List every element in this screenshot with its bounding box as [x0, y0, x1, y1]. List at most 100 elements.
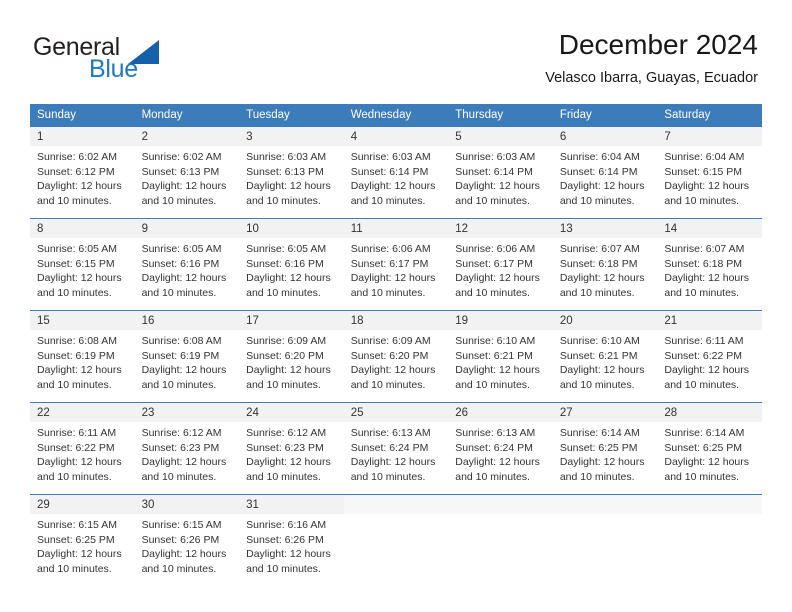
calendar-day-cell[interactable]: 1 Sunrise: 6:02 AM Sunset: 6:12 PM Daylight…: [30, 126, 135, 219]
day-number: 23: [134, 403, 240, 422]
calendar-day-cell[interactable]: 23 Sunrise: 6:12 AM Sunset: 6:23 PM Dayligh…: [134, 402, 240, 495]
daylight-text: Daylight: 12 hours and 10 minutes.: [455, 272, 540, 299]
calendar-day-cell[interactable]: 14 Sunrise: 6:07 AM Sunset: 6:18 PM Dayligh…: [657, 218, 762, 311]
calendar-day-cell[interactable]: 9 Sunrise: 6:05 AM Sunset: 6:16 PM Daylight…: [134, 218, 240, 311]
daylight-text: Daylight: 12 hours and 10 minutes.: [141, 180, 227, 207]
daylight-text: Daylight: 12 hours and 10 minutes.: [455, 456, 540, 483]
sunset-text: Sunset: 6:25 PM: [559, 441, 638, 454]
sunrise-text: Sunrise: 6:06 AM: [350, 243, 431, 255]
day-details: [344, 514, 449, 586]
daylight-text: Daylight: 12 hours and 10 minutes.: [37, 180, 122, 207]
sunrise-text: Sunrise: 6:15 AM: [37, 519, 117, 531]
daylight-text: Daylight: 12 hours and 10 minutes.: [246, 180, 331, 207]
sunset-text: Sunset: 6:18 PM: [664, 257, 743, 270]
day-details: Sunrise: 6:12 AM Sunset: 6:23 PM Daylight:…: [135, 422, 240, 494]
sunset-text: Sunset: 6:26 PM: [141, 533, 220, 546]
sunset-text: Sunset: 6:16 PM: [141, 257, 220, 270]
sunset-text: Sunset: 6:14 PM: [455, 165, 533, 178]
calendar-day-cell[interactable]: 4 Sunrise: 6:03 AM Sunset: 6:14 PM Daylight…: [343, 126, 449, 219]
calendar-day-cell[interactable]: 29 Sunrise: 6:15 AM Sunset: 6:25 PM Dayligh…: [30, 494, 135, 586]
sunrise-text: Sunrise: 6:03 AM: [455, 151, 536, 163]
calendar-day-cell[interactable]: 2 Sunrise: 6:02 AM Sunset: 6:13 PM Daylight…: [134, 126, 240, 219]
calendar-day-cell[interactable]: 11 Sunrise: 6:06 AM Sunset: 6:17 PM Dayligh…: [343, 218, 449, 311]
general-blue-logo[interactable]: General Blue: [33, 33, 213, 85]
day-details: Sunrise: 6:13 AM Sunset: 6:24 PM Daylight:…: [448, 422, 553, 494]
calendar-day-cell[interactable]: 26 Sunrise: 6:13 AM Sunset: 6:24 PM Dayligh…: [448, 402, 553, 495]
day-number: 1: [30, 127, 135, 146]
day-number: 15: [30, 311, 135, 330]
calendar-day-cell[interactable]: 8 Sunrise: 6:05 AM Sunset: 6:15 PM Daylight…: [30, 218, 135, 311]
day-details: Sunrise: 6:09 AM Sunset: 6:20 PM Daylight:…: [239, 330, 344, 402]
calendar-day-cell[interactable]: 28 Sunrise: 6:14 AM Sunset: 6:25 PM Dayligh…: [657, 402, 762, 495]
sunset-text: Sunset: 6:19 PM: [37, 349, 115, 362]
day-number: 22: [30, 403, 135, 422]
sunrise-text: Sunrise: 6:05 AM: [141, 243, 222, 255]
day-number: 10: [239, 219, 344, 238]
day-number: 21: [657, 311, 762, 330]
day-details: Sunrise: 6:15 AM Sunset: 6:26 PM Daylight:…: [135, 514, 240, 586]
day-details: Sunrise: 6:06 AM Sunset: 6:17 PM Daylight:…: [448, 238, 553, 310]
calendar-week-row: 1 Sunrise: 6:02 AM Sunset: 6:12 PM Daylight…: [30, 126, 762, 219]
day-number: 27: [552, 403, 658, 422]
calendar-day-cell[interactable]: 21 Sunrise: 6:11 AM Sunset: 6:22 PM Dayligh…: [657, 310, 762, 403]
day-number: 20: [552, 311, 658, 330]
daylight-text: Daylight: 12 hours and 10 minutes.: [664, 180, 750, 207]
day-number: 6: [552, 127, 658, 146]
logo-text-blue: Blue: [89, 55, 138, 83]
sunset-text: Sunset: 6:14 PM: [350, 165, 429, 178]
page-subtitle: Velasco Ibarra, Guayas, Ecuador: [545, 70, 758, 86]
calendar-day-cell[interactable]: 12 Sunrise: 6:06 AM Sunset: 6:17 PM Dayligh…: [448, 218, 553, 311]
calendar-day-cell[interactable]: 3 Sunrise: 6:03 AM Sunset: 6:13 PM Daylight…: [239, 126, 344, 219]
calendar-day-cell[interactable]: 5 Sunrise: 6:03 AM Sunset: 6:14 PM Daylight…: [448, 126, 553, 219]
sunrise-text: Sunrise: 6:13 AM: [350, 427, 431, 439]
day-number: 26: [448, 403, 553, 422]
sunset-text: Sunset: 6:14 PM: [559, 165, 638, 178]
day-number: 25: [343, 403, 449, 422]
calendar-day-cell[interactable]: 6 Sunrise: 6:04 AM Sunset: 6:14 PM Daylight…: [552, 126, 658, 219]
day-number: 13: [552, 219, 658, 238]
calendar-day-cell[interactable]: 22 Sunrise: 6:11 AM Sunset: 6:22 PM Dayligh…: [30, 402, 135, 495]
sunset-text: Sunset: 6:16 PM: [246, 257, 324, 270]
weekday-header-thursday: Thursday: [448, 104, 553, 127]
calendar-day-cell[interactable]: 27 Sunrise: 6:14 AM Sunset: 6:25 PM Dayligh…: [552, 402, 658, 495]
day-number: 18: [343, 311, 449, 330]
day-details: Sunrise: 6:05 AM Sunset: 6:15 PM Daylight:…: [30, 238, 135, 310]
daylight-text: Daylight: 12 hours and 10 minutes.: [350, 272, 436, 299]
day-number: 2: [134, 127, 240, 146]
day-number: 24: [239, 403, 344, 422]
day-number: 31: [239, 495, 344, 514]
calendar-day-cell[interactable]: 15 Sunrise: 6:08 AM Sunset: 6:19 PM Dayligh…: [30, 310, 135, 403]
sunrise-text: Sunrise: 6:08 AM: [37, 335, 117, 347]
calendar-day-cell[interactable]: 19 Sunrise: 6:10 AM Sunset: 6:21 PM Dayligh…: [448, 310, 553, 403]
calendar-day-cell[interactable]: 31 Sunrise: 6:16 AM Sunset: 6:26 PM Dayligh…: [239, 494, 344, 586]
sunrise-text: Sunrise: 6:14 AM: [664, 427, 745, 439]
daylight-text: Daylight: 12 hours and 10 minutes.: [350, 456, 436, 483]
day-details: Sunrise: 6:02 AM Sunset: 6:13 PM Daylight:…: [135, 146, 240, 218]
sunset-text: Sunset: 6:22 PM: [664, 349, 743, 362]
sunrise-text: Sunrise: 6:07 AM: [664, 243, 745, 255]
sunrise-text: Sunrise: 6:10 AM: [455, 335, 536, 347]
calendar-day-cell[interactable]: 20 Sunrise: 6:10 AM Sunset: 6:21 PM Dayligh…: [552, 310, 658, 403]
day-details: [448, 514, 553, 586]
day-number: 17: [239, 311, 344, 330]
calendar-day-cell[interactable]: 10 Sunrise: 6:05 AM Sunset: 6:16 PM Dayligh…: [239, 218, 344, 311]
sunrise-text: Sunrise: 6:16 AM: [246, 519, 327, 531]
sunrise-text: Sunrise: 6:07 AM: [559, 243, 640, 255]
calendar-day-cell[interactable]: 17 Sunrise: 6:09 AM Sunset: 6:20 PM Dayligh…: [239, 310, 344, 403]
calendar-week-row: 29 Sunrise: 6:15 AM Sunset: 6:25 PM Dayligh…: [30, 494, 762, 586]
calendar-day-cell[interactable]: 30 Sunrise: 6:15 AM Sunset: 6:26 PM Dayligh…: [134, 494, 240, 586]
calendar-day-cell[interactable]: 7 Sunrise: 6:04 AM Sunset: 6:15 PM Daylight…: [657, 126, 762, 219]
daylight-text: Daylight: 12 hours and 10 minutes.: [37, 456, 122, 483]
sunset-text: Sunset: 6:20 PM: [350, 349, 429, 362]
calendar-day-cell[interactable]: 16 Sunrise: 6:08 AM Sunset: 6:19 PM Dayligh…: [134, 310, 240, 403]
calendar-day-cell[interactable]: 18 Sunrise: 6:09 AM Sunset: 6:20 PM Dayligh…: [343, 310, 449, 403]
calendar-day-cell[interactable]: 24 Sunrise: 6:12 AM Sunset: 6:23 PM Dayligh…: [239, 402, 344, 495]
day-details: [657, 514, 762, 586]
calendar-day-cell[interactable]: 13 Sunrise: 6:07 AM Sunset: 6:18 PM Dayligh…: [552, 218, 658, 311]
sunset-text: Sunset: 6:17 PM: [350, 257, 429, 270]
sunset-text: Sunset: 6:24 PM: [350, 441, 429, 454]
daylight-text: Daylight: 12 hours and 10 minutes.: [246, 272, 331, 299]
daylight-text: Daylight: 12 hours and 10 minutes.: [664, 364, 750, 391]
calendar-day-cell[interactable]: 25 Sunrise: 6:13 AM Sunset: 6:24 PM Dayligh…: [343, 402, 449, 495]
calendar-cell-empty: [343, 494, 449, 586]
